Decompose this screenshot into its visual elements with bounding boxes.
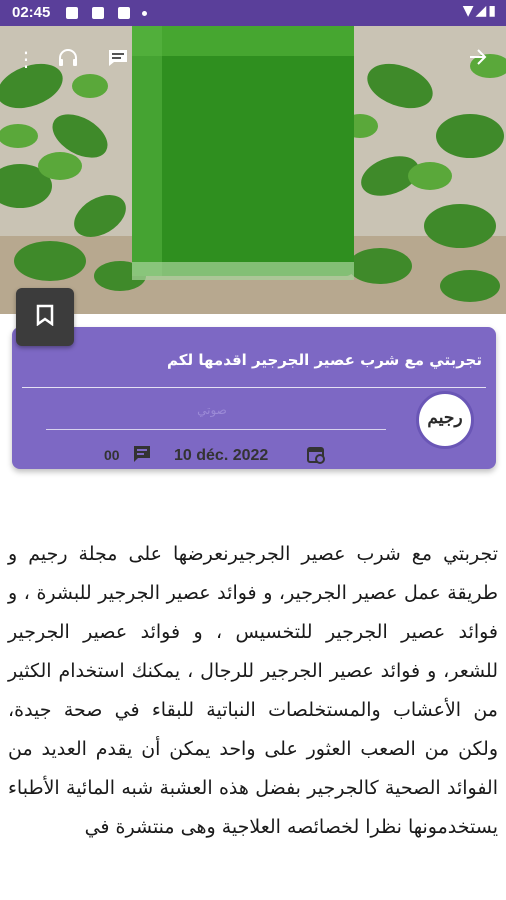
status-time: 02:45 (12, 4, 51, 21)
more-notifications-icon (142, 11, 147, 16)
article-date: 10 déc. 2022 (174, 447, 269, 464)
system-status-icons: ▼◢▮ (463, 3, 498, 19)
magazine-logo: رجيم (416, 391, 474, 449)
comment-count: 00 (104, 447, 120, 463)
headphones-icon[interactable] (54, 46, 82, 72)
article-body: تجربتي مع شرب عصير الجرجيرنعرضها على مجل… (8, 543, 498, 838)
article-title: تجربتي مع شرب عصير الجرجير اقدمها لكم (167, 351, 482, 369)
status-bar: 02:45 ▼◢▮ (0, 0, 506, 26)
wifi-icon: ▼ (462, 3, 476, 19)
bookmark-button[interactable] (16, 288, 74, 346)
calendar-icon (307, 447, 325, 464)
image-notification-icon (92, 7, 104, 19)
article-header-card: تجربتي مع شرب عصير الجرجير اقدمها لكم صو… (12, 327, 496, 469)
author-underline (46, 429, 386, 430)
comment-row[interactable]: 00 (104, 445, 150, 464)
app-notification-icon (118, 7, 130, 19)
date-row: 10 déc. 2022 (174, 445, 325, 465)
article-author[interactable]: صوتي (172, 403, 252, 417)
logo-text: رجيم (427, 408, 463, 428)
overflow-menu-icon[interactable]: ⋮ (12, 46, 40, 72)
forward-arrow-icon[interactable] (464, 46, 492, 72)
comments-icon[interactable] (104, 46, 132, 72)
notification-icon (66, 7, 78, 19)
signal-icon: ◢ (475, 3, 489, 19)
battery-icon: ▮ (488, 3, 498, 19)
card-divider (22, 387, 486, 388)
bookmark-icon (36, 304, 54, 326)
comment-icon (134, 446, 150, 462)
